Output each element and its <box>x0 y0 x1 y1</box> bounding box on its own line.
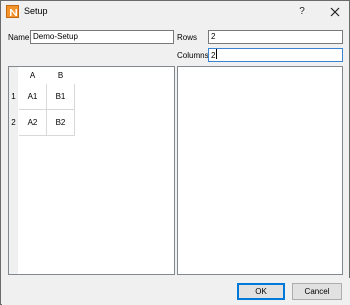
name-field[interactable]: Demo-Setup <box>30 30 174 44</box>
grid-panel[interactable]: A B 1 2 A1 B1 A2 B2 <box>8 66 175 275</box>
grid-corner <box>9 67 18 84</box>
close-icon <box>330 7 340 17</box>
columns-label: Columns <box>177 51 209 60</box>
title-bar[interactable]: Setup ? <box>1 1 349 23</box>
row-header-2[interactable]: 2 <box>9 110 18 136</box>
window-title: Setup <box>24 6 48 16</box>
grid-cell-b1[interactable]: B1 <box>47 84 75 110</box>
column-header-a[interactable]: A <box>19 67 46 84</box>
grid-cell-a2[interactable]: A2 <box>19 110 47 136</box>
grid-cell-b2[interactable]: B2 <box>47 110 75 136</box>
name-field-value: Demo-Setup <box>33 32 78 41</box>
row-header-1[interactable]: 1 <box>9 84 18 110</box>
setup-dialog: Setup ? Name Demo-Setup Rows 2 Columns 2… <box>0 0 350 305</box>
help-button[interactable]: ? <box>294 4 310 20</box>
ok-button[interactable]: OK <box>237 283 285 300</box>
preview-panel[interactable] <box>177 66 343 275</box>
columns-field[interactable]: 2 <box>208 48 343 62</box>
rows-field[interactable]: 2 <box>208 30 343 44</box>
cancel-button[interactable]: Cancel <box>292 283 342 300</box>
close-button[interactable] <box>327 4 343 20</box>
grid-cell-a1[interactable]: A1 <box>19 84 47 110</box>
name-label: Name <box>8 33 30 42</box>
n-logo-icon <box>6 5 19 18</box>
column-header-b[interactable]: B <box>47 67 74 84</box>
rows-field-value: 2 <box>211 32 216 41</box>
columns-field-value: 2 <box>211 51 216 60</box>
rows-label: Rows <box>177 33 198 42</box>
